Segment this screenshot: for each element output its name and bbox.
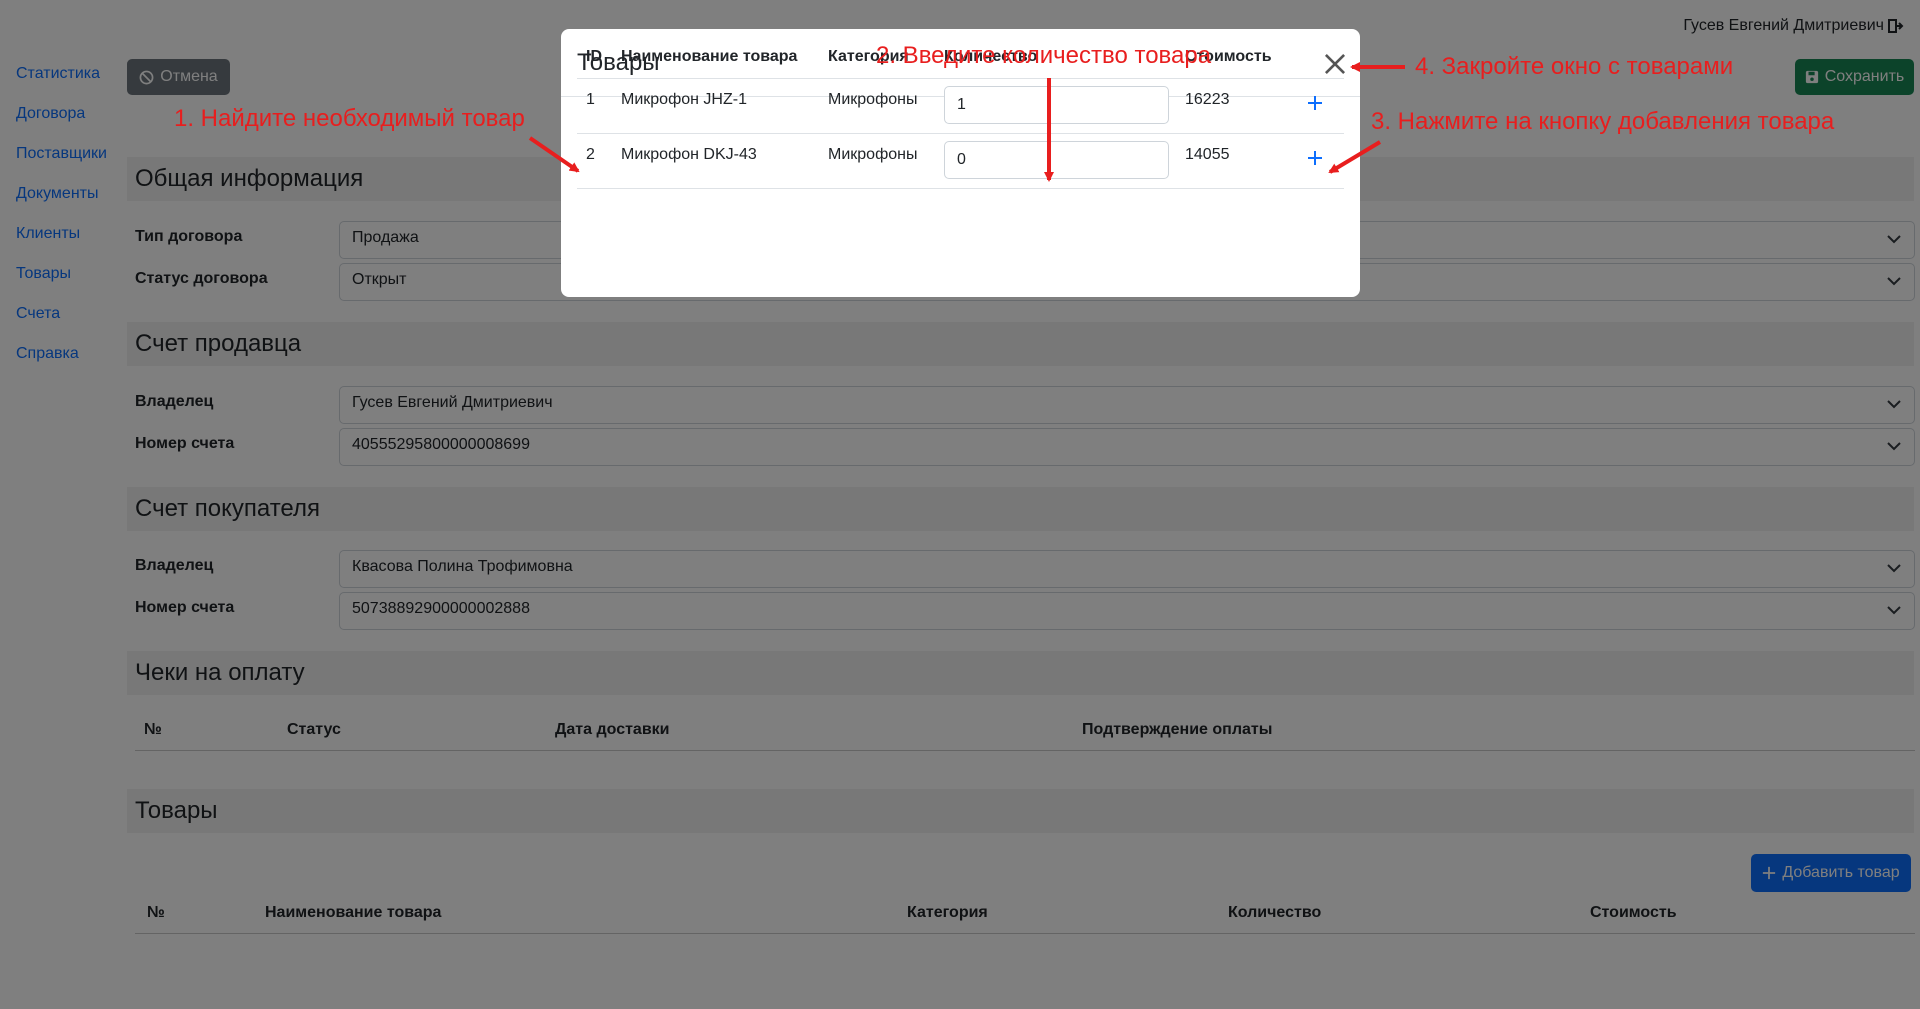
annotation-step-1: 1. Найдите необходимый товар <box>174 105 525 132</box>
quantity-input[interactable] <box>944 86 1169 124</box>
annotation-step-4: 4. Закройте окно с товарами <box>1415 53 1734 80</box>
item-name: Микрофон JHZ-1 <box>621 91 747 108</box>
item-price: 14055 <box>1185 146 1230 163</box>
item-category: Микрофоны <box>828 91 918 108</box>
add-item-icon[interactable] <box>1307 150 1323 166</box>
item-category: Микрофоны <box>828 146 918 163</box>
item-price: 16223 <box>1185 91 1230 108</box>
table-row: 1 Микрофон JHZ-1 Микрофоны 16223 <box>577 79 1344 134</box>
column-header: Наименование товара <box>621 48 798 65</box>
table-row: 2 Микрофон DKJ-43 Микрофоны 14055 <box>577 134 1344 189</box>
item-id: 2 <box>586 146 595 163</box>
column-header: ID <box>586 48 602 65</box>
annotation-step-2: 2. Введите количество товара <box>876 42 1212 69</box>
item-name: Микрофон DKJ-43 <box>621 146 757 163</box>
quantity-input[interactable] <box>944 141 1169 179</box>
add-item-icon[interactable] <box>1307 95 1323 111</box>
annotation-step-3: 3. Нажмите на кнопку добавления товара <box>1371 108 1835 135</box>
item-id: 1 <box>586 91 595 108</box>
